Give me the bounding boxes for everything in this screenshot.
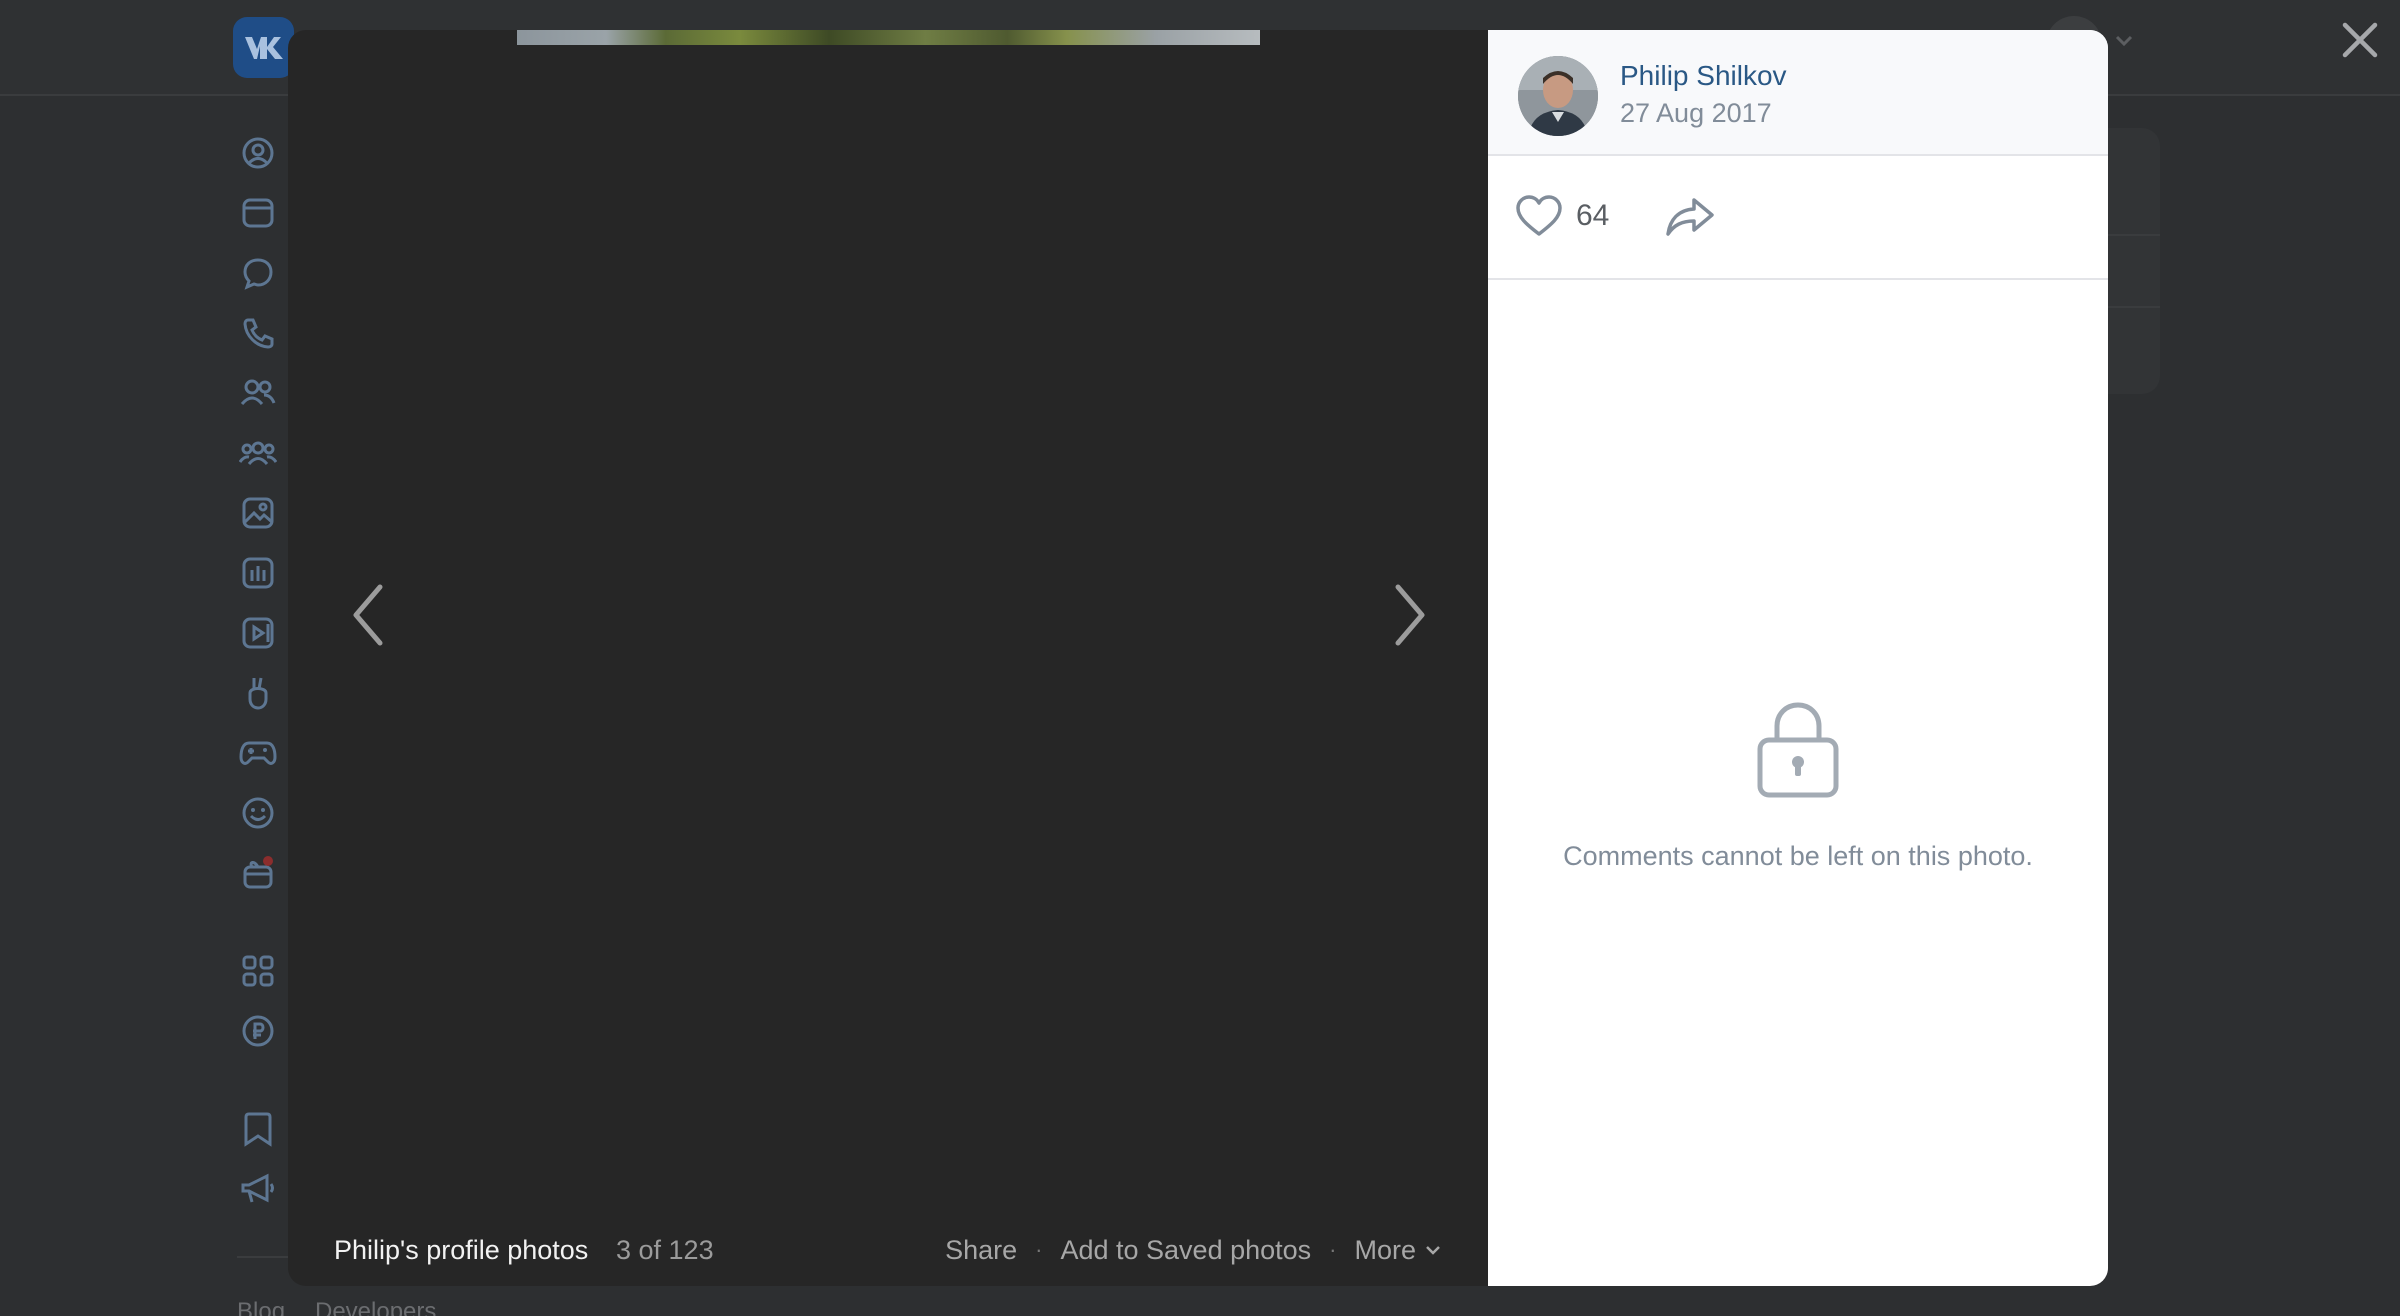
album-title[interactable]: Philip's profile photos [334, 1220, 588, 1280]
apps-icon[interactable] [235, 948, 281, 994]
next-photo-button[interactable] [1380, 570, 1440, 660]
notification-dot [263, 856, 273, 866]
like-button[interactable]: 64 [1514, 194, 1609, 238]
author-name[interactable]: Philip Shilkov [1620, 60, 1787, 92]
share-button[interactable] [1664, 194, 1716, 243]
separator-dot: · [1329, 1237, 1337, 1262]
ads-icon[interactable] [235, 1166, 281, 1212]
payments-icon[interactable] [235, 1008, 281, 1054]
vk-logo[interactable] [233, 17, 294, 78]
person-avatar-icon [1518, 56, 1598, 136]
comments-locked-text: Comments cannot be left on this photo. [1563, 841, 2033, 871]
communities-icon[interactable] [235, 430, 281, 476]
footer-link-developers[interactable]: Developers [315, 1298, 436, 1316]
photo-viewer: Philip's profile photos 3 of 123 Share ·… [288, 30, 2108, 1286]
clips-icon[interactable] [235, 670, 281, 716]
previous-photo-button[interactable] [338, 570, 398, 660]
photo-image[interactable] [517, 30, 1260, 45]
author-avatar[interactable] [1518, 56, 1598, 136]
share-link[interactable]: Share [945, 1235, 1017, 1266]
photo-info-panel: Philip Shilkov 27 Aug 2017 64 Comments c… [1488, 30, 2108, 1286]
photo-area[interactable]: Philip's profile photos 3 of 123 Share ·… [288, 30, 1488, 1286]
post-date[interactable]: 27 Aug 2017 [1620, 98, 1772, 129]
chevron-left-icon [353, 584, 383, 646]
chevron-down-icon[interactable] [2114, 34, 2134, 48]
gifts-icon[interactable] [235, 850, 281, 896]
chevron-right-icon [1395, 584, 1425, 646]
lock-icon [1757, 702, 1839, 798]
close-viewer-button[interactable] [2336, 16, 2384, 64]
reactions-row: 64 [1488, 158, 2108, 280]
more-menu-button[interactable]: More [1354, 1235, 1442, 1266]
share-arrow-icon [1666, 198, 1714, 236]
calls-icon[interactable] [235, 310, 281, 356]
close-icon [2342, 22, 2378, 58]
author-header: Philip Shilkov 27 Aug 2017 [1488, 30, 2108, 156]
photos-icon[interactable] [235, 490, 281, 536]
footer-link-blog[interactable]: Blog [237, 1298, 285, 1316]
separator-dot: · [1035, 1237, 1043, 1262]
news-icon[interactable] [235, 190, 281, 236]
photo-counter: 3 of 123 [616, 1235, 714, 1265]
like-count: 64 [1576, 199, 1610, 232]
more-label: More [1354, 1234, 1416, 1265]
messenger-icon[interactable] [235, 250, 281, 296]
profile-icon[interactable] [235, 130, 281, 176]
vk-logo-icon [245, 37, 283, 59]
heart-icon [1516, 195, 1562, 236]
video-icon[interactable] [235, 610, 281, 656]
friends-icon[interactable] [235, 370, 281, 416]
chevron-down-icon [1426, 1246, 1440, 1255]
music-icon[interactable] [235, 550, 281, 596]
add-to-saved-link[interactable]: Add to Saved photos [1060, 1235, 1311, 1266]
comments-locked-notice: Comments cannot be left on this photo. [1488, 696, 2108, 872]
photo-footer: Philip's profile photos 3 of 123 Share ·… [288, 1220, 1488, 1280]
stickers-icon[interactable] [235, 790, 281, 836]
games-icon[interactable] [235, 730, 281, 776]
photo-actions: Share · Add to Saved photos · More [945, 1220, 1442, 1280]
bookmarks-icon[interactable] [235, 1106, 281, 1152]
